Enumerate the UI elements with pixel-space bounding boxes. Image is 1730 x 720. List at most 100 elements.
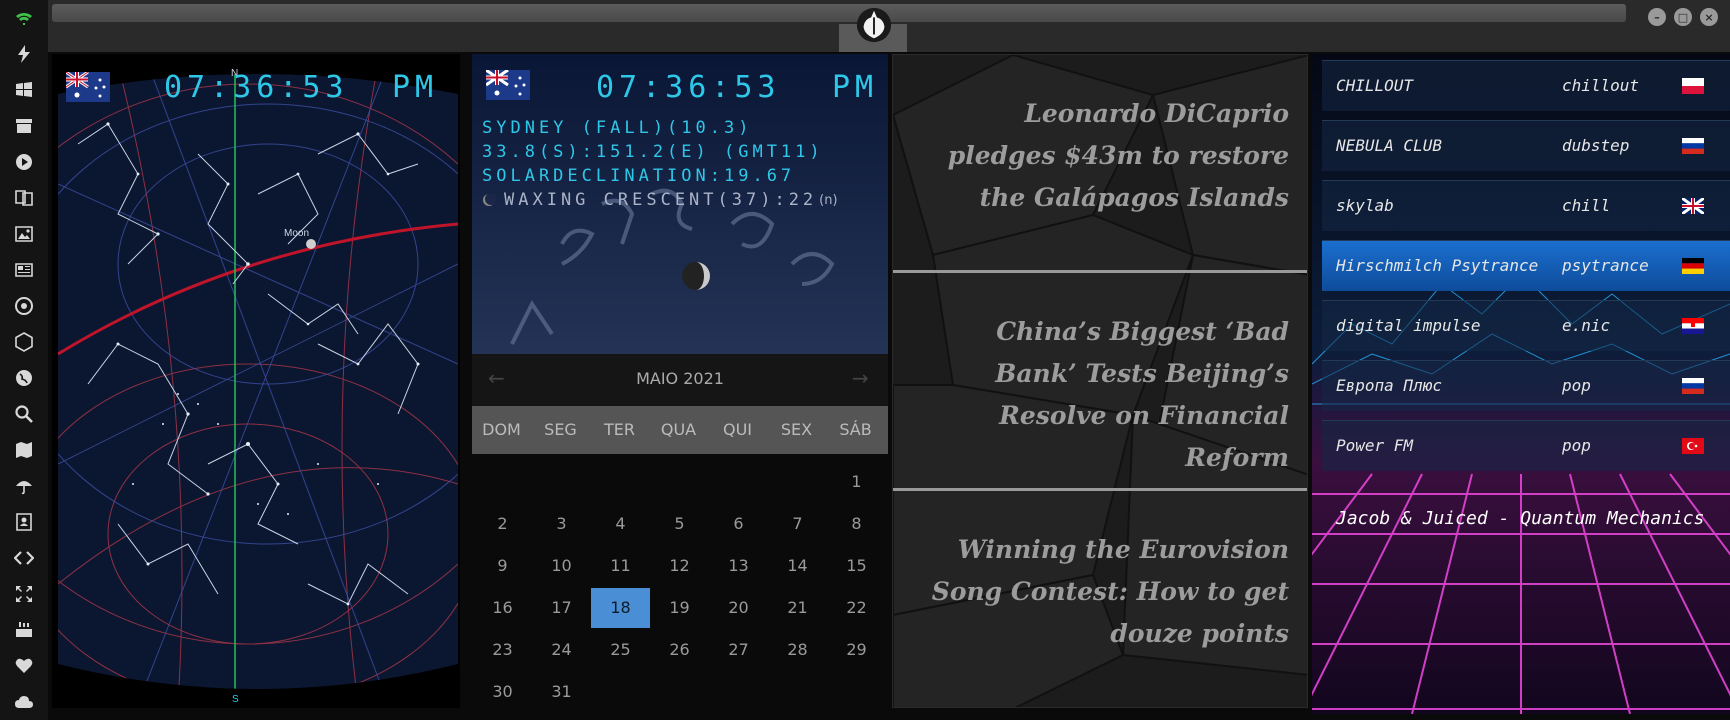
calendar-day[interactable]: 21 [768,588,827,628]
calendar-day[interactable]: 3 [532,504,591,544]
weekday-label: DOM [482,420,521,439]
calendar-day[interactable]: 8 [827,504,886,544]
australia-flag-icon [486,70,530,100]
station-name: Hirschmilch Psytrance [1336,256,1539,275]
moon-marker [306,239,316,249]
weekday-label: QUI [722,420,753,439]
calendar-month-label: MAIO 2021 [636,369,724,388]
code-icon[interactable] [12,546,36,570]
next-month-arrow-icon[interactable]: → [852,366,869,390]
calendar-day-selected[interactable]: 18 [591,588,650,628]
calendar-day[interactable]: 20 [709,588,768,628]
hexagon-icon[interactable] [12,330,36,354]
address-bar[interactable] [52,4,1626,22]
moon-phase-text: WAXING CRESCENT(37):22 [504,190,818,210]
station-row[interactable]: CHILLOUT chillout [1322,60,1730,111]
calendar-day[interactable]: 13 [709,546,768,586]
calendar-day[interactable]: 26 [650,630,709,670]
station-row[interactable]: skylab chill [1322,180,1730,231]
moon-hemisphere: (n) [819,192,838,208]
flag-tr-icon [1682,438,1704,454]
station-row-active[interactable]: Hirschmilch Psytrance psytrance [1322,240,1730,291]
starmap-clock-ampm: PM [392,70,439,105]
info-clock-time: 07:36:53 [596,70,781,105]
map-icon[interactable] [12,438,36,462]
calendar-day[interactable]: 7 [768,504,827,544]
calendar-day[interactable]: 16 [473,588,532,628]
coordinates-line: 33.8(S):151.2(E) (GMT11) [482,142,824,162]
calendar-day[interactable]: 14 [768,546,827,586]
calendar-day[interactable]: 5 [650,504,709,544]
calendar-day[interactable]: 2 [473,504,532,544]
weekday-label: QUA [660,420,697,439]
calendar-day[interactable]: 9 [473,546,532,586]
calendar-day[interactable]: 17 [532,588,591,628]
moon-phase-line: WAXING CRESCENT(37):22 (n) [482,190,838,210]
translate-icon[interactable] [12,186,36,210]
calendar-day[interactable]: 12 [650,546,709,586]
search-icon[interactable] [12,402,36,426]
calendar-day[interactable]: 1 [827,462,886,502]
youtube-icon[interactable] [12,618,36,642]
cloud-icon[interactable] [12,690,36,714]
station-list: CHILLOUT chillout NEBULA CLUB dubstep skylab… [1312,54,1730,494]
starmap-clock-time: 07:36:53 [164,70,349,105]
station-name: NEBULA CLUB [1336,136,1442,155]
station-name: CHILLOUT [1336,76,1414,95]
star-map-panel: Moon N S 07:36:53 PM [52,54,460,708]
news-divider [893,488,1307,491]
location-info-panel: 07:36:53 PM SYDNEY (FALL)(10.3) 33.8(S):… [472,54,888,354]
minimize-button[interactable]: – [1648,8,1666,26]
station-genre: e.nic [1562,316,1611,335]
heart-icon[interactable] [12,654,36,678]
calendar-day[interactable]: 6 [709,504,768,544]
flag-ru-icon [1682,378,1704,394]
calendar-day[interactable]: 29 [827,630,886,670]
calendar-day[interactable]: 24 [532,630,591,670]
calendar-day[interactable]: 23 [473,630,532,670]
calendar-day[interactable]: 10 [532,546,591,586]
lightning-icon[interactable] [12,42,36,66]
calendar-day[interactable]: 31 [532,672,591,712]
station-row[interactable]: NEBULA CLUB dubstep [1322,120,1730,171]
news-headline[interactable]: China’s Biggest ‘Bad Bank’ Tests Beijing… [919,311,1289,479]
news-headline[interactable]: Winning the Eurovision Song Contest: How… [919,529,1289,655]
station-row[interactable]: Европа Плюс pop [1322,360,1730,411]
calendar-weekday-row: DOM SEG TER QUA QUI SEX SÁB [472,406,888,454]
calendar-day[interactable]: 11 [591,546,650,586]
maximize-button[interactable]: □ [1674,8,1692,26]
flag-uk-icon [1682,198,1704,214]
calendar-day[interactable]: 19 [650,588,709,628]
calendar-day[interactable]: 4 [591,504,650,544]
calendar-day[interactable]: 25 [591,630,650,670]
contact-icon[interactable] [12,510,36,534]
star-map[interactable]: Moon N S [58,64,458,704]
calendar-day[interactable]: 15 [827,546,886,586]
weekday-label: SEX [780,420,813,439]
weekday-label: SÁB [839,420,872,439]
archive-icon[interactable] [12,114,36,138]
calendar-day[interactable]: 27 [709,630,768,670]
wifi-icon[interactable] [12,6,36,30]
play-icon[interactable] [12,150,36,174]
moon-phase-icon [483,193,496,206]
station-row[interactable]: Power FM pop [1322,420,1730,471]
station-row[interactable]: digital impulse e.nic [1322,300,1730,351]
calendar-day[interactable]: 30 [473,672,532,712]
globe-icon[interactable] [12,366,36,390]
calendar-day[interactable]: 28 [768,630,827,670]
rebel-alliance-logo-icon [856,7,892,43]
newspaper-icon[interactable] [12,258,36,282]
station-genre: psytrance [1562,256,1649,275]
umbrella-icon[interactable] [12,474,36,498]
expand-icon[interactable] [12,582,36,606]
station-name: Европа Плюс [1336,376,1442,395]
calendar: ← MAIO 2021 → DOM SEG TER QUA QUI SEX SÁ… [472,354,888,714]
image-icon[interactable] [12,222,36,246]
close-button[interactable]: × [1700,8,1718,26]
weekday-label: TER [604,420,635,439]
news-headline[interactable]: Leonardo DiCaprio pledges $43m to restor… [919,93,1289,219]
empire-icon[interactable] [12,294,36,318]
calendar-day[interactable]: 22 [827,588,886,628]
windows-icon[interactable] [12,78,36,102]
